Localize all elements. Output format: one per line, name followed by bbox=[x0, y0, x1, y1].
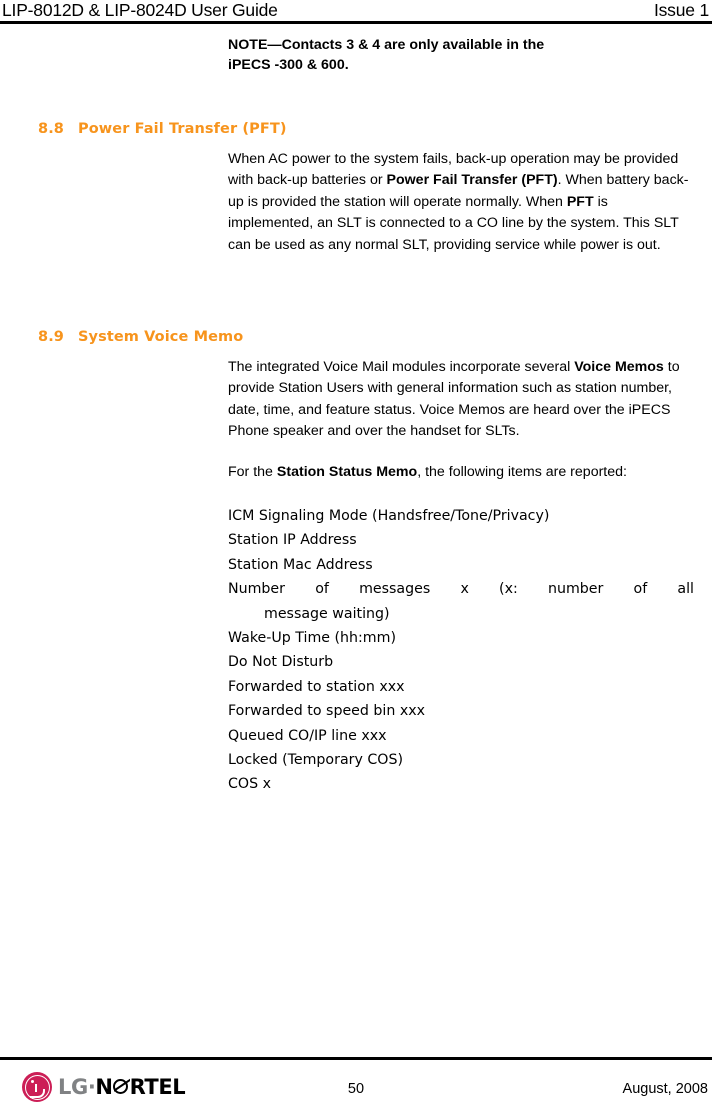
list-item: Station Mac Address bbox=[228, 556, 373, 573]
list-item: ICM Signaling Mode (Handsfree/Tone/Priva… bbox=[228, 508, 550, 524]
station-status-memo-list: ICM Signaling Mode (Handsfree/Tone/Priva… bbox=[228, 504, 694, 797]
paragraph-text: When AC power to the system fails, back-… bbox=[228, 149, 694, 256]
header-divider bbox=[0, 21, 712, 24]
section-8-9-paragraph: The integrated Voice Mail modules incorp… bbox=[228, 357, 694, 443]
list-item: Forwarded to station xxx bbox=[228, 678, 405, 695]
note-callout: NOTE—Contacts 3 & 4 are only available i… bbox=[228, 36, 694, 75]
list-item: Wake-Up Time (hh:mm) bbox=[228, 630, 396, 647]
note-line-2: iPECS -300 & 600. bbox=[228, 56, 349, 73]
para-run-1: For the bbox=[228, 464, 277, 480]
list-item-line-1: Number of messages x (x: number of all bbox=[228, 581, 694, 598]
list-item: COS x bbox=[228, 776, 271, 793]
list-item: Queued CO/IP line xxx bbox=[228, 727, 387, 744]
station-status-memo-intro: For the Station Status Memo, the followi… bbox=[228, 462, 694, 483]
document-page: LIP-8012D & LIP-8024D User Guide Issue 1… bbox=[0, 0, 712, 1109]
note-line-1: NOTE—Contacts 3 & 4 are only available i… bbox=[228, 37, 545, 53]
list-item: Station IP Address bbox=[228, 532, 357, 549]
para-bold-1: Power Fail Transfer (PFT) bbox=[386, 172, 558, 189]
paragraph-text: For the Station Status Memo, the followi… bbox=[228, 462, 694, 483]
list-item: Number of messages x (x: number of all m… bbox=[228, 577, 694, 626]
page-footer: LG·N RTEL 50 August, 2008 bbox=[0, 1060, 712, 1109]
section-8-8-paragraph: When AC power to the system fails, back-… bbox=[228, 149, 694, 256]
para-run-2: , the following items are reported: bbox=[417, 464, 627, 480]
header-title: LIP-8012D & LIP-8024D User Guide bbox=[2, 0, 278, 20]
para-bold-1: Station Status Memo bbox=[276, 464, 418, 480]
list-item-line-2: message waiting) bbox=[264, 605, 390, 622]
para-run-1: The integrated Voice Mail modules incorp… bbox=[228, 359, 575, 375]
section-number-8-9: 8.9 bbox=[38, 329, 64, 345]
section-title-8-9: System Voice Memo bbox=[78, 329, 244, 345]
header-issue-label: Issue 1 bbox=[653, 0, 709, 20]
para-bold-2: PFT bbox=[566, 193, 594, 210]
list-item: Forwarded to speed bin xxx bbox=[228, 703, 426, 720]
para-bold-1: Voice Memos bbox=[574, 359, 664, 375]
section-title-8-8: Power Fail Transfer (PFT) bbox=[78, 121, 287, 137]
section-number-8-8: 8.8 bbox=[38, 121, 64, 137]
footer-date: August, 2008 bbox=[622, 1081, 708, 1097]
list-item: Do Not Disturb bbox=[228, 654, 334, 671]
paragraph-text: The integrated Voice Mail modules incorp… bbox=[228, 357, 694, 443]
list-item: Locked (Temporary COS) bbox=[228, 752, 403, 769]
page-number: 50 bbox=[347, 1081, 365, 1097]
page-header: LIP-8012D & LIP-8024D User Guide Issue 1 bbox=[0, 0, 712, 24]
